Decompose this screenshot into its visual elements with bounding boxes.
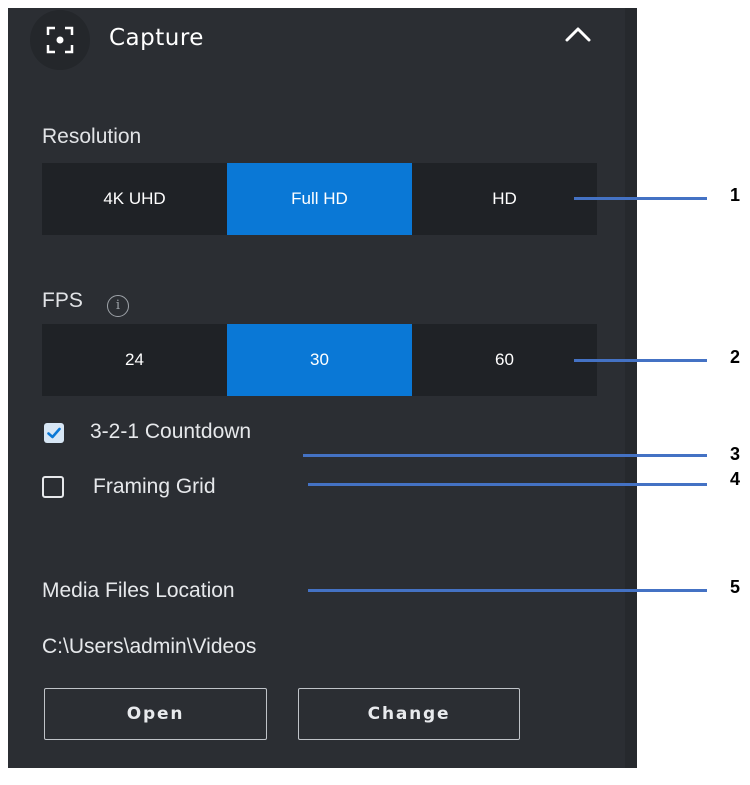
fps-selector: 24 30 60 — [42, 324, 597, 396]
callout-line-3 — [303, 454, 707, 457]
resolution-selector: 4K UHD Full HD HD — [42, 163, 597, 235]
framing-grid-checkbox[interactable] — [42, 476, 64, 498]
countdown-label[interactable]: 3-2-1 Countdown — [90, 420, 251, 444]
callout-number-4: 4 — [730, 469, 741, 489]
callout-number-3: 3 — [730, 444, 741, 464]
fps-option-60[interactable]: 60 — [412, 324, 597, 396]
resolution-label: Resolution — [42, 125, 142, 148]
callout-number-2: 2 — [730, 347, 741, 367]
panel-title: Capture — [109, 25, 204, 51]
callout-line-4 — [308, 483, 707, 486]
resolution-option-hd[interactable]: HD — [412, 163, 597, 235]
callout-number-1: 1 — [730, 185, 741, 205]
callout-line-1 — [574, 197, 707, 200]
chevron-up-icon[interactable] — [563, 22, 593, 46]
framing-grid-label[interactable]: Framing Grid — [93, 475, 216, 499]
change-button[interactable]: Change — [298, 688, 520, 740]
countdown-checkbox[interactable] — [44, 423, 64, 443]
panel-edge-strip — [625, 8, 637, 768]
fps-option-30[interactable]: 30 — [227, 324, 412, 396]
resolution-option-4k-uhd[interactable]: 4K UHD — [42, 163, 227, 235]
media-location-label: Media Files Location — [42, 579, 235, 602]
callout-line-5 — [308, 589, 707, 592]
fps-label: FPS — [42, 289, 83, 312]
info-icon[interactable]: i — [107, 295, 129, 317]
capture-frame-icon — [30, 10, 90, 70]
capture-panel: Capture Resolution 4K UHD Full HD HD FPS… — [8, 8, 637, 768]
callout-number-5: 5 — [730, 577, 741, 597]
open-button[interactable]: Open — [44, 688, 267, 740]
resolution-option-full-hd[interactable]: Full HD — [227, 163, 412, 235]
callout-line-2 — [574, 359, 707, 362]
checkmark-icon — [47, 427, 61, 439]
fps-option-24[interactable]: 24 — [42, 324, 227, 396]
media-path: C:\Users\admin\Videos — [42, 635, 257, 658]
